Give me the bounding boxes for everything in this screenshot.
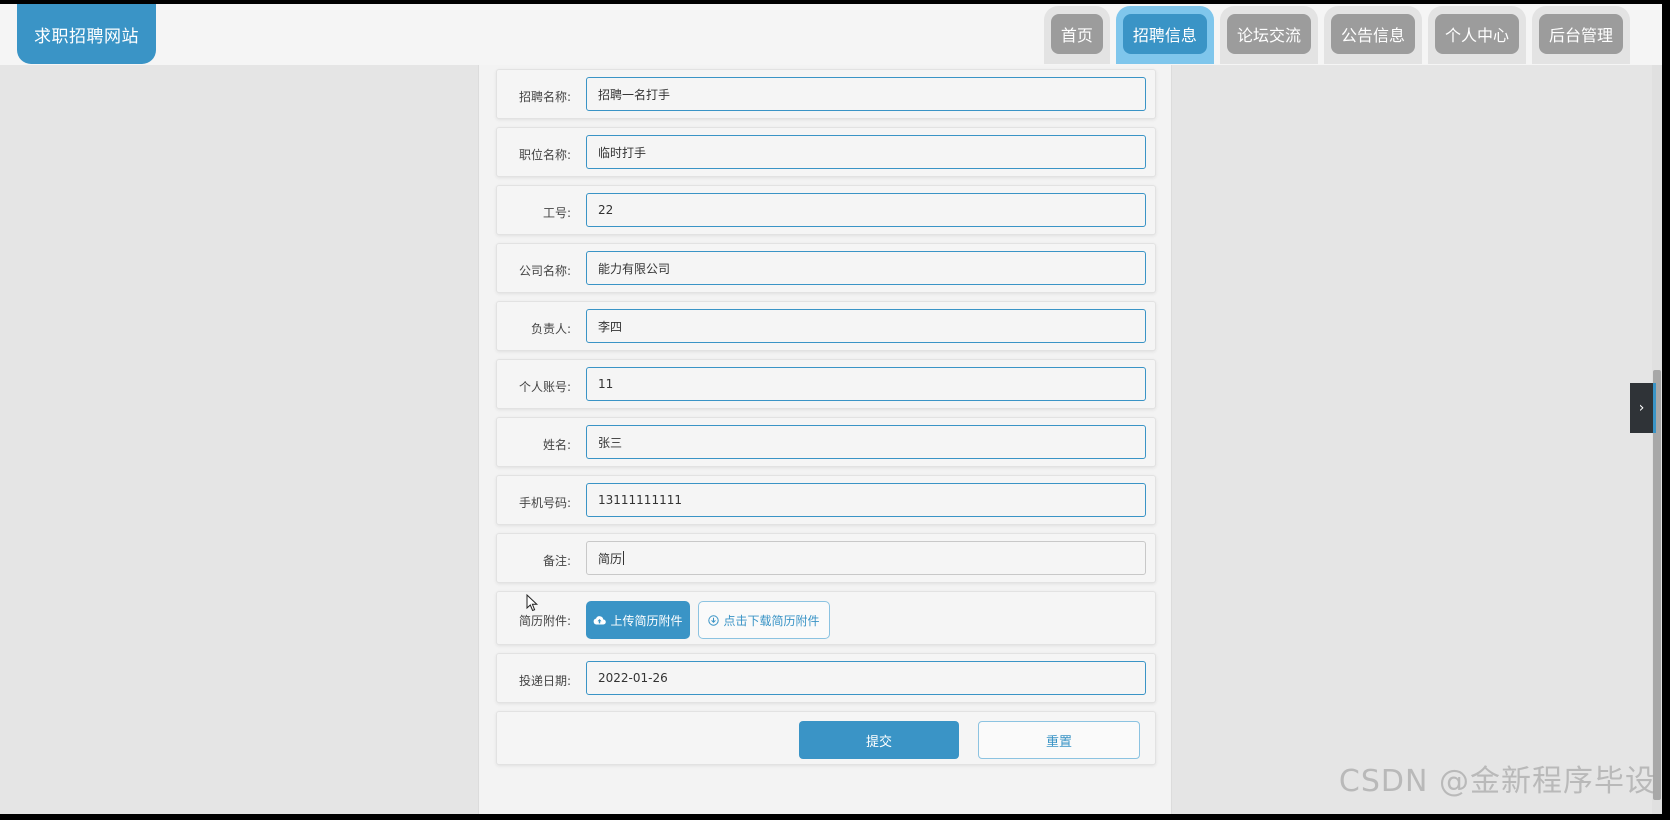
nav-item-personal-center[interactable]: 个人中心 (1427, 6, 1526, 64)
remark-value: 简历 (598, 551, 623, 566)
mouse-cursor-icon (526, 594, 539, 612)
field-label: 手机号码: (518, 496, 571, 510)
nav-item-recruitment[interactable]: 招聘信息 (1115, 6, 1214, 64)
download-resume-button[interactable]: 点击下载简历附件 (698, 601, 830, 639)
nav-item-home[interactable]: 首页 (1043, 6, 1110, 64)
form-row-person-in-charge: 负责人: 李四 (496, 301, 1156, 351)
watermark: CSDN @金新程序毕设 (1338, 764, 1656, 799)
nav-label: 首页 (1050, 14, 1103, 54)
scrollbar-thumb[interactable] (1653, 370, 1661, 800)
personal-account-input[interactable]: 11 (586, 367, 1146, 401)
nav-label: 招聘信息 (1122, 14, 1207, 54)
position-name-input[interactable]: 临时打手 (586, 135, 1146, 169)
nav-item-announcements[interactable]: 公告信息 (1323, 6, 1422, 64)
field-label: 简历附件: (518, 614, 571, 628)
field-label: 备注: (542, 554, 571, 568)
field-label: 职位名称: (518, 148, 571, 162)
nav-label: 公告信息 (1330, 14, 1415, 54)
company-name-input[interactable]: 能力有限公司 (586, 251, 1146, 285)
nav-label: 后台管理 (1538, 14, 1623, 54)
field-label: 公司名称: (518, 264, 571, 278)
form-row-company-name: 公司名称: 能力有限公司 (496, 243, 1156, 293)
nav-item-forum[interactable]: 论坛交流 (1219, 6, 1318, 64)
form-row-job-number: 工号: 22 (496, 185, 1156, 235)
download-circle-icon (708, 614, 720, 626)
form-row-recruit-name: 招聘名称: 招聘一名打手 (496, 69, 1156, 119)
form-row-resume-attachment: 简历附件: 上传简历附件 点击下载简历附件 (496, 591, 1156, 645)
form-row-remark: 备注: 简历 (496, 533, 1156, 583)
phone-input[interactable]: 13111111111 (586, 483, 1146, 517)
field-label: 投递日期: (518, 674, 571, 688)
main-nav: 首页 招聘信息 论坛交流 公告信息 个人中心 后台管理 (1043, 6, 1630, 64)
header: 求职招聘网站 首页 招聘信息 论坛交流 公告信息 个人中心 后台管理 (0, 4, 1662, 65)
nav-label: 论坛交流 (1226, 14, 1311, 54)
recruit-name-input[interactable]: 招聘一名打手 (586, 77, 1146, 111)
form-row-personal-account: 个人账号: 11 (496, 359, 1156, 409)
submit-date-input[interactable]: 2022-01-26 (586, 661, 1146, 695)
remark-input[interactable]: 简历 (586, 541, 1146, 575)
job-number-input[interactable]: 22 (586, 193, 1146, 227)
form-row-actions: 提交 重置 (496, 711, 1156, 765)
person-in-charge-input[interactable]: 李四 (586, 309, 1146, 343)
field-label: 姓名: (542, 438, 571, 452)
form-row-position-name: 职位名称: 临时打手 (496, 127, 1156, 177)
name-input[interactable]: 张三 (586, 425, 1146, 459)
page-scrollbar[interactable] (1652, 65, 1662, 814)
text-caret (623, 551, 625, 565)
chevron-right-icon: › (1638, 400, 1645, 416)
side-panel-toggle[interactable]: › (1630, 383, 1656, 433)
field-label: 个人账号: (518, 380, 571, 394)
submit-button[interactable]: 提交 (799, 721, 959, 759)
download-label: 点击下载简历附件 (723, 613, 820, 628)
upload-resume-button[interactable]: 上传简历附件 (586, 601, 690, 639)
form-row-phone: 手机号码: 13111111111 (496, 475, 1156, 525)
app-frame: 求职招聘网站 首页 招聘信息 论坛交流 公告信息 个人中心 后台管理 招聘名称:… (0, 4, 1662, 814)
site-logo[interactable]: 求职招聘网站 (17, 4, 156, 64)
nav-item-admin[interactable]: 后台管理 (1531, 6, 1630, 64)
upload-label: 上传简历附件 (610, 613, 683, 628)
field-label: 招聘名称: (518, 90, 571, 104)
field-label: 负责人: (530, 322, 571, 336)
form-row-name: 姓名: 张三 (496, 417, 1156, 467)
nav-label: 个人中心 (1434, 14, 1519, 54)
form-row-submit-date: 投递日期: 2022-01-26 (496, 653, 1156, 703)
field-label: 工号: (542, 206, 571, 220)
reset-button[interactable]: 重置 (978, 721, 1140, 759)
cloud-upload-icon (594, 616, 607, 625)
application-form: 招聘名称: 招聘一名打手 职位名称: 临时打手 工号: 22 公司名称: 能力有… (478, 65, 1172, 814)
